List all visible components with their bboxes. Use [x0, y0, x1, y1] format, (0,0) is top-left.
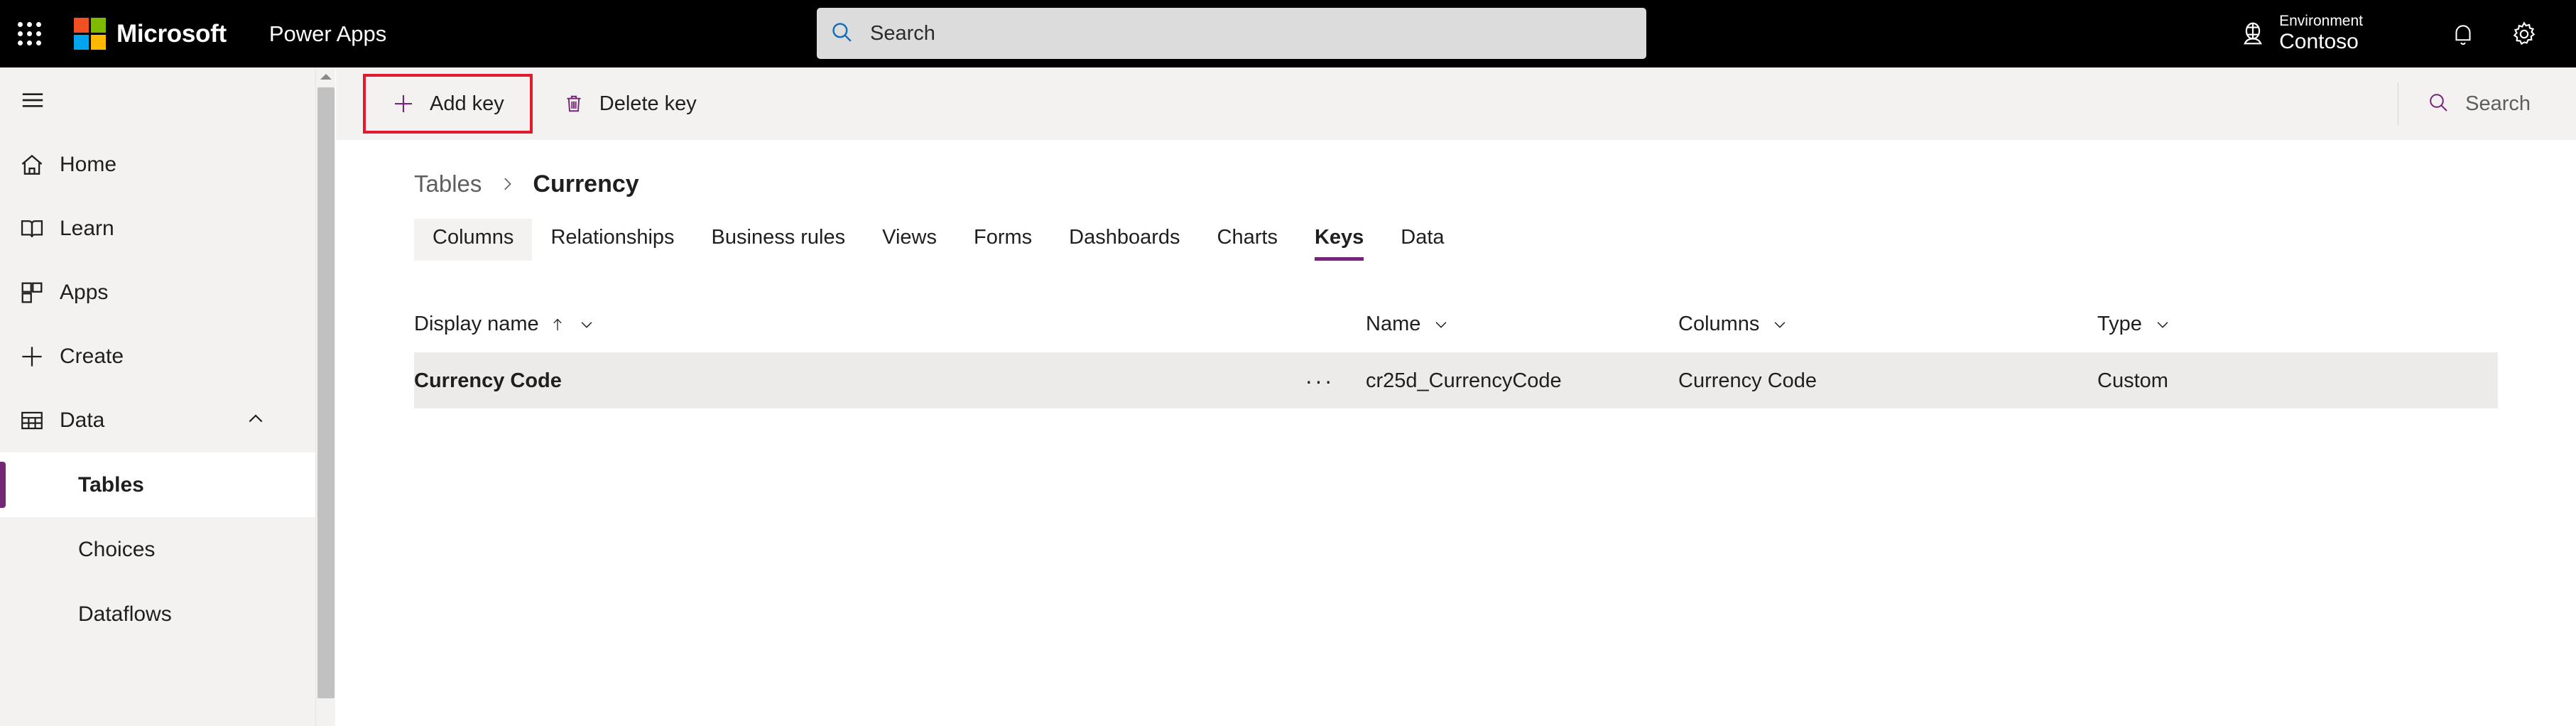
environment-name: Contoso	[2279, 30, 2359, 54]
globe-icon	[2238, 19, 2268, 49]
sidebar-item-create[interactable]: Create	[0, 325, 315, 389]
plus-icon	[18, 343, 60, 370]
sidebar-item-apps[interactable]: Apps	[0, 261, 315, 325]
column-header-columns-label: Columns	[1678, 313, 1760, 335]
sidebar-item-label-tables: Tables	[78, 472, 144, 497]
microsoft-wordmark: Microsoft	[116, 19, 227, 48]
sidebar-item-choices[interactable]: Choices	[0, 517, 315, 582]
left-navigation-pane: Home Learn Apps Create Data Tables Choic…	[0, 67, 315, 726]
sidebar-item-label-create: Create	[60, 345, 124, 368]
tab-dashboards[interactable]: Dashboards	[1050, 219, 1198, 261]
sidebar-item-data[interactable]: Data	[0, 389, 315, 453]
app-name-powerapps[interactable]: Power Apps	[269, 21, 386, 47]
sidebar-item-label-apps: Apps	[60, 281, 109, 304]
column-header-name-label: Name	[1366, 313, 1421, 335]
microsoft-logo-icon	[74, 18, 106, 50]
suite-action-icons	[2433, 0, 2555, 67]
cell-type: Custom	[2097, 369, 2168, 392]
search-icon	[830, 20, 854, 48]
suite-header-bar: Microsoft Power Apps Search Environment …	[0, 0, 2576, 67]
environment-selector[interactable]: Environment Contoso	[2238, 0, 2363, 67]
command-bar: Add key Delete key Search	[336, 67, 2576, 140]
tab-data[interactable]: Data	[1382, 219, 1462, 261]
tab-columns[interactable]: Columns	[414, 219, 533, 261]
add-key-button[interactable]: Add key	[363, 74, 533, 134]
ellipsis-icon: ···	[1305, 368, 1335, 394]
sidebar-scrollbar[interactable]	[315, 67, 335, 726]
chevron-down-icon[interactable]	[2153, 315, 2172, 334]
gear-icon[interactable]	[2494, 0, 2555, 67]
trash-icon	[563, 92, 585, 115]
global-search-placeholder: Search	[870, 21, 935, 45]
sidebar-item-label-home: Home	[60, 153, 117, 176]
tab-business-rules[interactable]: Business rules	[693, 219, 864, 261]
page-title: Currency	[533, 170, 639, 197]
hamburger-menu-icon[interactable]	[0, 67, 315, 133]
grid-search-label: Search	[2465, 92, 2531, 115]
column-header-name[interactable]: Name	[1366, 313, 1678, 336]
breadcrumb: Tables Currency	[336, 140, 2576, 201]
table-detail-tabs: Columns Relationships Business rules Vie…	[336, 214, 2576, 261]
sidebar-item-home[interactable]: Home	[0, 133, 315, 197]
cell-name: cr25d_CurrencyCode	[1366, 369, 1562, 392]
global-search-input[interactable]: Search	[817, 8, 1646, 59]
arrow-up-icon	[549, 316, 566, 333]
apps-grid-icon	[18, 279, 60, 306]
search-icon	[2427, 91, 2450, 117]
column-header-display-name-label: Display name	[414, 313, 539, 335]
home-icon	[18, 151, 60, 178]
sidebar-item-learn[interactable]: Learn	[0, 197, 315, 261]
chevron-down-icon[interactable]	[1432, 315, 1450, 334]
chevron-down-icon[interactable]	[577, 315, 596, 334]
tab-forms[interactable]: Forms	[955, 219, 1050, 261]
add-key-label: Add key	[430, 92, 504, 115]
chevron-up-icon[interactable]	[244, 408, 267, 434]
grid-search-button[interactable]: Search	[2398, 67, 2576, 140]
column-header-display-name[interactable]: Display name	[414, 313, 1273, 336]
sidebar-item-dataflows[interactable]: Dataflows	[0, 582, 315, 646]
plus-icon	[391, 92, 415, 116]
bell-icon[interactable]	[2433, 0, 2494, 67]
sidebar-item-label-dataflows: Dataflows	[78, 602, 172, 626]
sidebar-item-label-choices: Choices	[78, 537, 156, 561]
row-overflow-menu[interactable]: ···	[1273, 368, 1366, 394]
chevron-down-icon[interactable]	[1771, 315, 1789, 334]
environment-label: Environment	[2279, 13, 2363, 30]
breadcrumb-tables-link[interactable]: Tables	[414, 170, 482, 197]
main-content-area: Tables Currency Columns Relationships Bu…	[336, 140, 2576, 726]
cell-display-name: Currency Code	[414, 369, 562, 392]
column-header-type-label: Type	[2097, 313, 2142, 335]
table-grid-icon	[18, 407, 60, 434]
command-bar-search-area: Search	[2398, 67, 2576, 140]
app-launcher-waffle-icon[interactable]	[7, 0, 51, 67]
cell-columns: Currency Code	[1678, 369, 1817, 392]
sidebar-item-label-learn: Learn	[60, 217, 114, 240]
column-header-columns[interactable]: Columns	[1678, 313, 2097, 336]
sidebar-item-label-data: Data	[60, 408, 105, 432]
tab-keys[interactable]: Keys	[1296, 219, 1382, 261]
microsoft-logo[interactable]: Microsoft	[74, 18, 227, 50]
scroll-up-arrow-icon[interactable]	[316, 67, 336, 86]
sidebar-scrollbar-thumb[interactable]	[317, 87, 335, 698]
tab-charts[interactable]: Charts	[1199, 219, 1296, 261]
book-icon	[18, 215, 60, 242]
grid-header-row: Display name Name Columns Type	[414, 296, 2498, 353]
chevron-right-icon	[497, 174, 517, 194]
delete-key-button[interactable]: Delete key	[544, 75, 715, 132]
sidebar-item-tables[interactable]: Tables	[0, 453, 315, 517]
keys-grid: Display name Name Columns Type Currency …	[336, 296, 2576, 408]
tab-views[interactable]: Views	[864, 219, 955, 261]
tab-relationships[interactable]: Relationships	[532, 219, 692, 261]
table-row[interactable]: Currency Code ··· cr25d_CurrencyCode Cur…	[414, 353, 2498, 408]
delete-key-label: Delete key	[599, 92, 697, 115]
column-header-type[interactable]: Type	[2097, 313, 2381, 336]
